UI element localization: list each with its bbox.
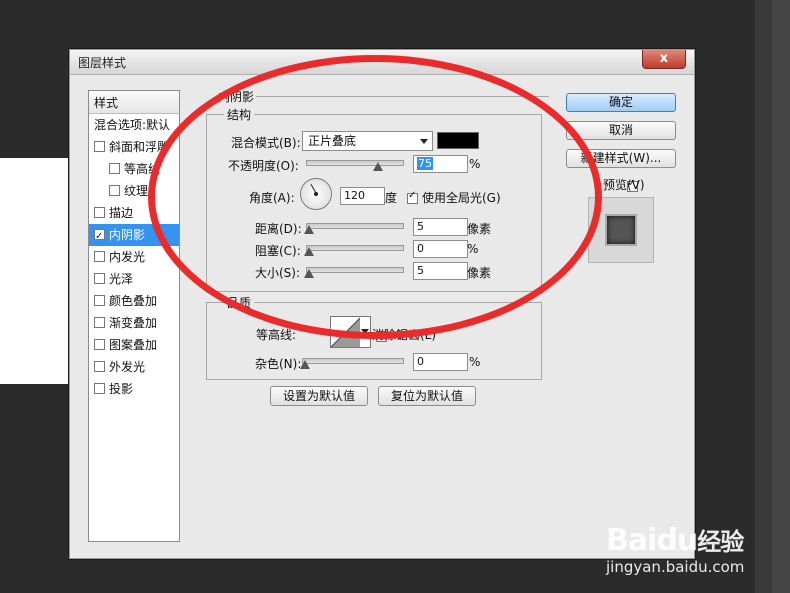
style-item-label: 光泽: [109, 272, 134, 286]
style-item-checkbox[interactable]: [94, 339, 105, 350]
noise-input[interactable]: 0: [413, 353, 468, 371]
style-item-label: 描边: [109, 206, 134, 220]
style-item-label: 投影: [109, 382, 134, 396]
style-item-checkbox[interactable]: [109, 163, 120, 174]
annotation-ellipse: [148, 55, 602, 339]
ok-button[interactable]: 确定: [566, 93, 676, 112]
dialog-title: 图层样式: [78, 56, 127, 70]
style-item-checkbox[interactable]: [94, 141, 105, 152]
style-item[interactable]: 颜色叠加: [89, 290, 179, 312]
noise-slider-track[interactable]: [302, 358, 404, 364]
style-item[interactable]: 投影: [89, 378, 179, 400]
style-item-checkbox[interactable]: [94, 361, 105, 372]
reset-default-button[interactable]: 复位为默认值: [378, 386, 476, 406]
watermark-brand: Baidu: [606, 523, 698, 558]
style-item-checkbox[interactable]: [94, 251, 105, 262]
style-item-label: 内发光: [109, 250, 146, 264]
cancel-button[interactable]: 取消: [566, 121, 676, 140]
style-item[interactable]: 渐变叠加: [89, 312, 179, 334]
make-default-button[interactable]: 设置为默认值: [270, 386, 368, 406]
style-item[interactable]: 光泽: [89, 268, 179, 290]
style-item-label: 图案叠加: [109, 338, 158, 352]
style-item-checkbox[interactable]: [94, 317, 105, 328]
style-item[interactable]: 混合选项:默认: [89, 114, 179, 136]
style-item[interactable]: 图案叠加: [89, 334, 179, 356]
style-item-checkbox[interactable]: [94, 295, 105, 306]
style-item-checkbox[interactable]: [94, 226, 105, 246]
style-item-label: 混合选项:默认: [94, 118, 171, 132]
style-item-label: 内阴影: [109, 228, 146, 242]
styles-header[interactable]: 样式: [89, 91, 179, 114]
style-item-label: 外发光: [109, 360, 146, 374]
style-item-checkbox[interactable]: [94, 207, 105, 218]
style-item-label: 纹理: [124, 184, 149, 198]
style-item-label: 颜色叠加: [109, 294, 158, 308]
style-item-checkbox[interactable]: [94, 383, 105, 394]
watermark-url: jingyan.baidu.com: [606, 558, 745, 576]
style-item-checkbox[interactable]: [109, 185, 120, 196]
close-button[interactable]: x: [642, 50, 686, 69]
watermark-brand-cn: 经验: [697, 528, 744, 556]
document-canvas: [0, 158, 70, 384]
style-item-label: 渐变叠加: [109, 316, 158, 330]
style-item-checkbox[interactable]: [94, 273, 105, 284]
styles-header-label: 样式: [94, 96, 119, 110]
watermark-logo: Baidu经验: [606, 522, 744, 558]
preview-thumbnail: [605, 214, 637, 246]
preview-label[interactable]: 预览(V): [603, 176, 645, 193]
noise-label: 杂色(N):: [255, 357, 302, 371]
style-item[interactable]: 外发光: [89, 356, 179, 378]
noise-slider-thumb[interactable]: [300, 360, 310, 369]
panel-scrollbar-strip: [772, 0, 790, 593]
noise-unit: %: [469, 355, 481, 369]
